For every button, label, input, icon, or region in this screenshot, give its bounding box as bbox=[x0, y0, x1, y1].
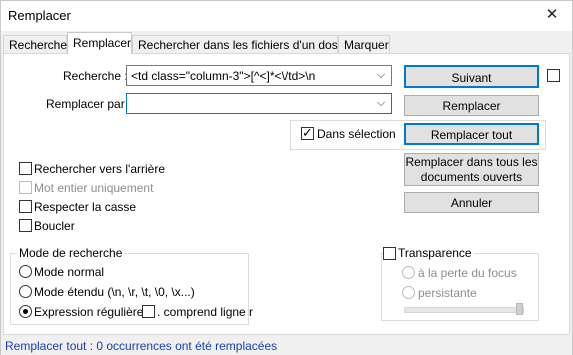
mode-normal-radio[interactable] bbox=[19, 265, 32, 278]
mode-extended-label: Mode étendu (\n, \r, \t, \0, \x...) bbox=[34, 285, 195, 299]
search-mode-title: Mode de recherche bbox=[17, 246, 125, 260]
always-label: persistante bbox=[418, 286, 477, 300]
window-title: Remplacer bbox=[8, 8, 71, 23]
whole-word-checkbox bbox=[19, 181, 32, 194]
replace-combobox[interactable]: ⌵ bbox=[126, 93, 392, 114]
replace-label: Remplacer par : bbox=[46, 97, 132, 111]
close-icon[interactable]: ✕ bbox=[544, 7, 560, 23]
chevron-down-icon[interactable]: ⌵ bbox=[374, 68, 388, 82]
next-button[interactable]: Suivant bbox=[404, 65, 539, 88]
tab-marquer[interactable]: Marquer bbox=[338, 35, 390, 53]
on-lose-focus-radio bbox=[402, 266, 415, 279]
chevron-down-icon[interactable]: ⌵ bbox=[374, 96, 388, 110]
whole-word-label: Mot entier uniquement bbox=[34, 181, 154, 195]
mode-regex-radio[interactable] bbox=[19, 305, 32, 318]
cancel-button[interactable]: Annuler bbox=[404, 192, 539, 213]
find-combobox[interactable]: <td class="column-3">[^<]*<\/td>\n ⌵ bbox=[126, 65, 392, 86]
status-message: Remplacer tout : 0 occurrences ont été r… bbox=[5, 339, 278, 353]
mode-extended-radio[interactable] bbox=[19, 285, 32, 298]
backward-label: Rechercher vers l'arrière bbox=[34, 162, 165, 176]
always-radio bbox=[402, 286, 415, 299]
dot-newline-label: . comprend ligne r bbox=[157, 305, 254, 319]
mode-normal-label: Mode normal bbox=[34, 265, 105, 279]
tab-strip: Rechercher Remplacer Rechercher dans les… bbox=[1, 32, 572, 54]
match-case-checkbox[interactable] bbox=[19, 200, 32, 213]
replace-button[interactable]: Remplacer bbox=[404, 95, 539, 116]
on-lose-focus-label: à la perte du focus bbox=[418, 266, 517, 280]
in-selection-label: Dans sélection bbox=[317, 127, 396, 141]
in-selection-checkbox[interactable] bbox=[301, 125, 314, 141]
replace-all-button[interactable]: Remplacer tout bbox=[404, 123, 539, 145]
tab-find-in-files[interactable]: Rechercher dans les fichiers d'un dossie… bbox=[132, 35, 357, 53]
backward-checkbox[interactable] bbox=[19, 162, 32, 175]
dot-newline-checkbox[interactable] bbox=[142, 305, 155, 318]
find-value[interactable]: <td class="column-3">[^<]*<\/td>\n bbox=[131, 69, 315, 83]
next-option-checkbox[interactable] bbox=[547, 69, 560, 82]
transparency-title: Transparence bbox=[396, 246, 474, 260]
title-bar: Remplacer ✕ bbox=[1, 1, 572, 31]
mode-regex-label: Expression régulière bbox=[34, 305, 144, 319]
replace-dialog: Remplacer ✕ Rechercher Remplacer Recherc… bbox=[0, 0, 573, 355]
transparency-slider bbox=[404, 307, 524, 313]
replace-all-open-docs-button[interactable]: Remplacer dans tous les documents ouvert… bbox=[404, 153, 539, 186]
match-case-label: Respecter la casse bbox=[34, 200, 137, 214]
wrap-checkbox[interactable] bbox=[19, 219, 32, 232]
wrap-label: Boucler bbox=[34, 219, 75, 233]
status-bar: Remplacer tout : 0 occurrences ont été r… bbox=[1, 337, 572, 355]
transparency-checkbox[interactable] bbox=[383, 247, 396, 260]
transparency-slider-thumb bbox=[516, 303, 523, 315]
tab-remplacer[interactable]: Remplacer bbox=[67, 32, 132, 54]
tab-rechercher[interactable]: Rechercher bbox=[3, 35, 71, 53]
find-label: Recherche : bbox=[63, 69, 128, 83]
